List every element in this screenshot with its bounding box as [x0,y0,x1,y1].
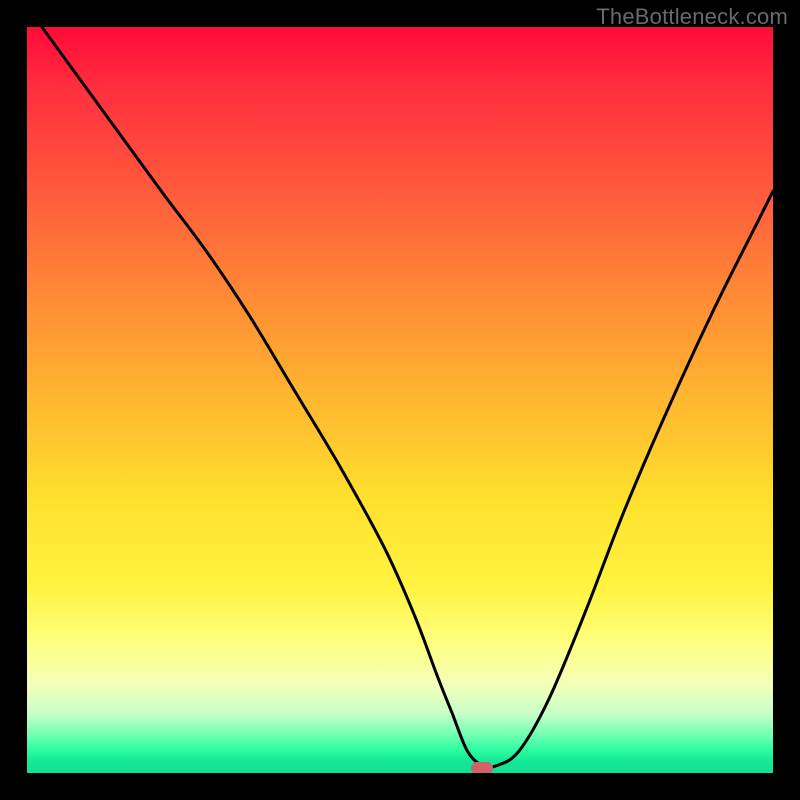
bottleneck-curve-path [42,27,773,767]
plot-area [27,27,773,773]
curve-svg [27,27,773,773]
minimum-marker [471,762,493,773]
chart-frame: TheBottleneck.com [0,0,800,800]
